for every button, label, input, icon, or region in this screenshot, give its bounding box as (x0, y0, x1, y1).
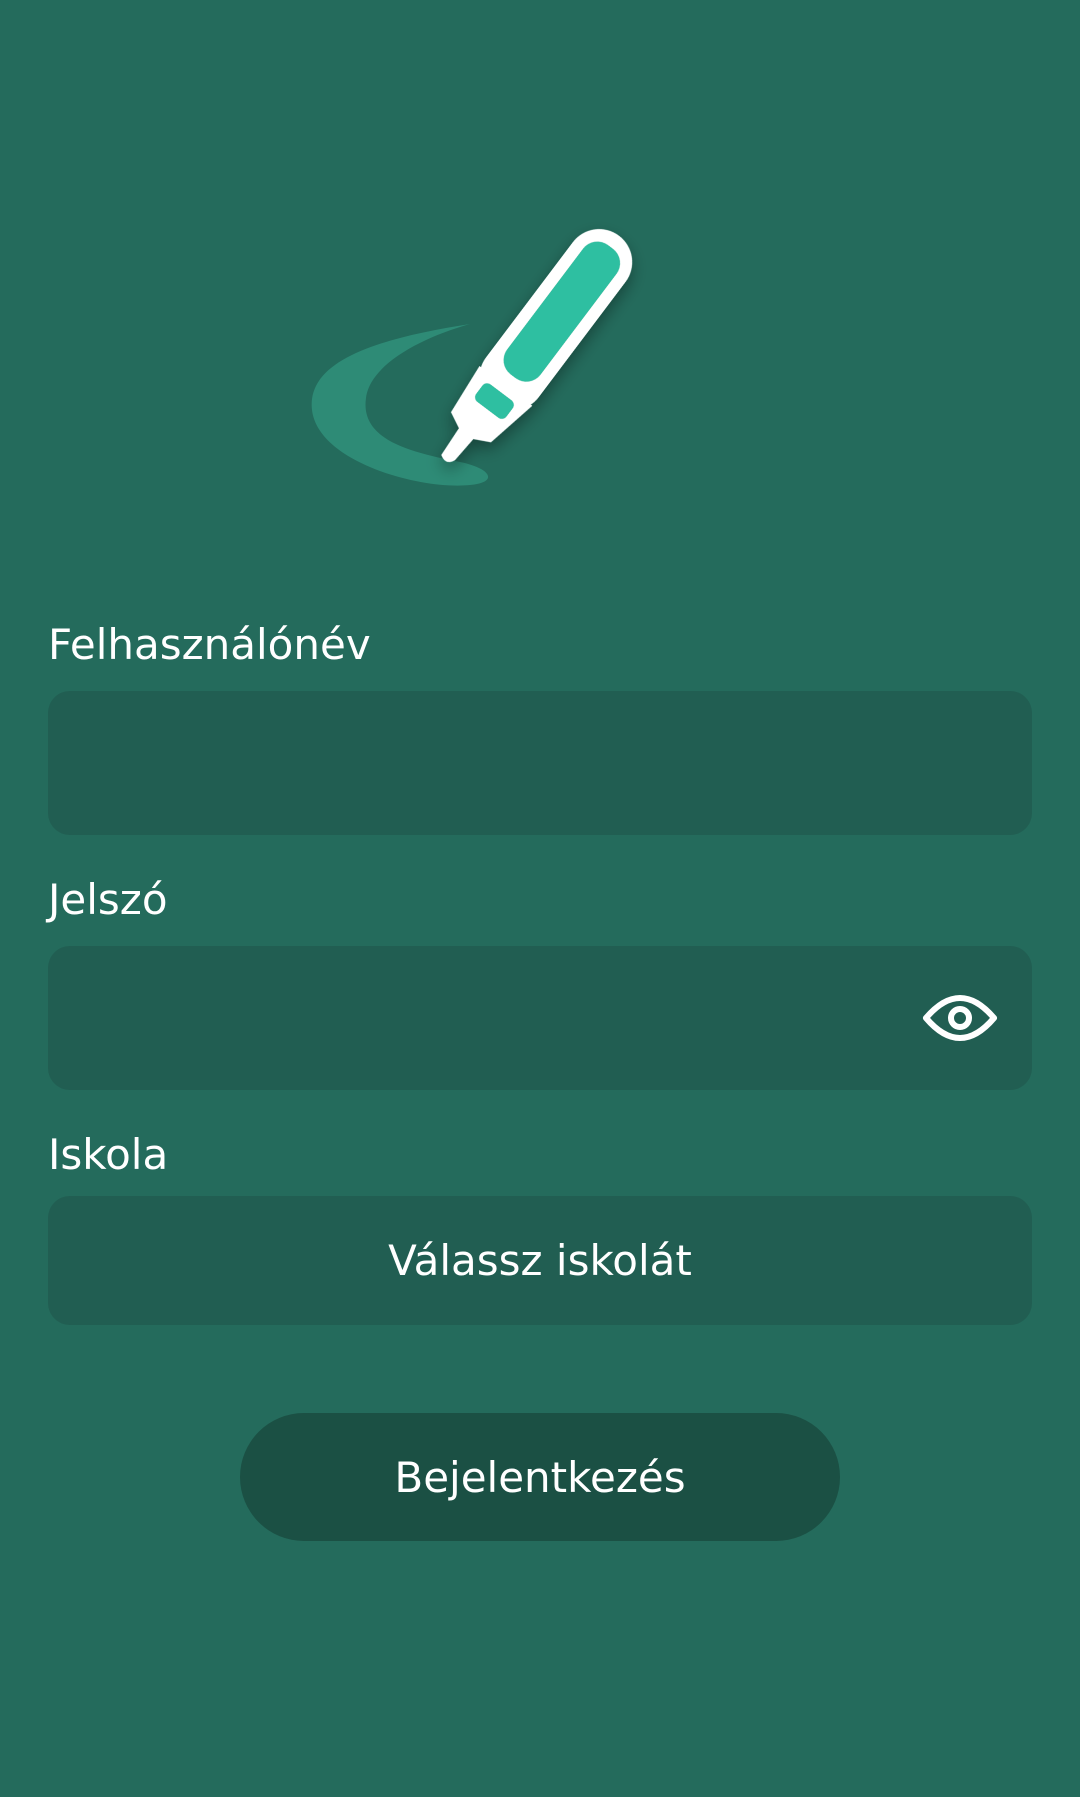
school-label: Iskola (48, 1130, 169, 1179)
app-logo (300, 200, 660, 500)
highlighter-logo-icon (311, 229, 633, 486)
username-field-container (48, 691, 1032, 835)
login-button[interactable]: Bejelentkezés (240, 1413, 840, 1541)
school-select[interactable]: Válassz iskolát (48, 1196, 1032, 1325)
password-label: Jelszó (48, 875, 168, 924)
school-select-placeholder: Válassz iskolát (388, 1236, 692, 1285)
password-input[interactable] (48, 946, 1032, 1090)
eye-icon[interactable] (922, 990, 998, 1046)
login-button-label: Bejelentkezés (394, 1452, 686, 1502)
username-label: Felhasználónév (48, 620, 371, 669)
password-field-container (48, 946, 1032, 1090)
username-input[interactable] (48, 691, 1032, 835)
